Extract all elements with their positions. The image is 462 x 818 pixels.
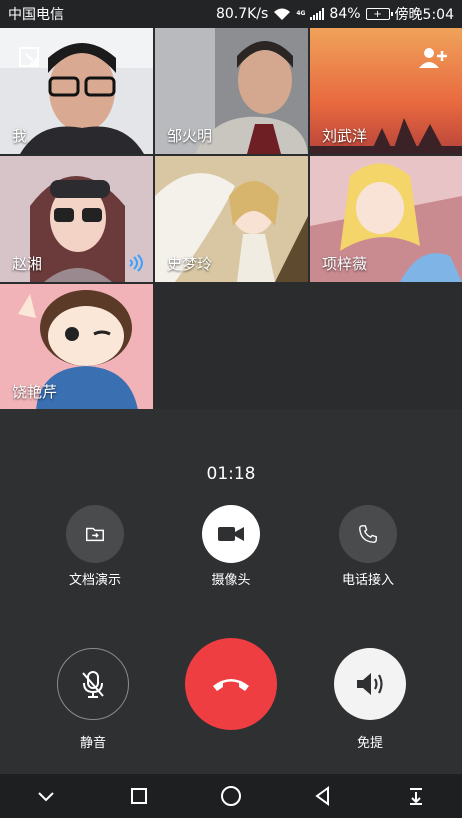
call-control-panel: 01:18 文档演示 摄像头 电话接入 静音 免提 [0, 409, 462, 774]
participant-name: 饶艳芹 [12, 383, 58, 401]
participant-name: 赵湘 [12, 255, 43, 273]
participant-tile[interactable]: 项梓薇 [310, 156, 462, 282]
notification-pull-down-icon[interactable] [401, 781, 431, 811]
back-icon[interactable] [308, 781, 338, 811]
participant-tile[interactable]: 邹火明 [155, 28, 308, 154]
mute-label: 静音 [79, 736, 106, 751]
speaker-icon [357, 673, 383, 695]
participant-name: 刘武洋 [322, 127, 368, 145]
recents-icon[interactable] [124, 781, 154, 811]
home-icon[interactable] [216, 781, 246, 811]
share-document-label: 文档演示 [68, 573, 121, 588]
participant-tile[interactable]: 饶艳芹 [0, 284, 153, 410]
screen-share-icon[interactable] [18, 46, 42, 70]
status-bar: 中国电信 80.7K/s 4G 84% + 傍晚5:04 [0, 0, 462, 28]
status-right: 80.7K/s 4G 84% + 傍晚5:04 [216, 4, 454, 24]
microphone-off-icon [82, 671, 104, 698]
add-participant-icon[interactable] [418, 46, 448, 70]
share-document-button[interactable] [66, 505, 124, 563]
network-speed: 80.7K/s [215, 6, 269, 22]
participant-grid: 我 邹火明 刘武洋 赵湘 史梦玲 项梓薇 饶艳芹 [0, 28, 462, 410]
navigation-bar [0, 774, 462, 818]
battery-icon: + [365, 8, 393, 20]
speaking-indicator-icon [127, 254, 145, 272]
camera-button[interactable] [202, 505, 260, 563]
hang-up-icon [213, 679, 249, 691]
video-camera-icon [218, 527, 244, 541]
carrier-name: 中国电信 [8, 7, 64, 23]
speakerphone-button[interactable] [334, 648, 406, 720]
participant-name: 邹火明 [167, 127, 213, 145]
mute-button[interactable] [57, 648, 129, 720]
network-type-icon: 4G [296, 10, 306, 17]
camera-label: 摄像头 [211, 573, 251, 588]
participant-name: 项梓薇 [322, 255, 368, 273]
phone-icon [359, 525, 377, 543]
clock: 傍晚5:04 [394, 7, 454, 23]
participant-tile[interactable]: 刘武洋 [310, 28, 462, 154]
participant-name: 史梦玲 [167, 255, 213, 273]
chevron-down-icon[interactable] [31, 781, 61, 811]
call-timer: 01:18 [206, 464, 256, 484]
participant-tile-me[interactable]: 我 [0, 28, 153, 154]
wifi-icon [274, 8, 291, 20]
participant-tile[interactable]: 赵湘 [0, 156, 153, 282]
signal-icon [310, 8, 325, 20]
phone-dial-in-label: 电话接入 [341, 573, 394, 588]
participant-tile[interactable]: 史梦玲 [155, 156, 308, 282]
folder-share-icon [86, 527, 104, 542]
hang-up-button[interactable] [185, 638, 277, 730]
speakerphone-label: 免提 [356, 736, 383, 751]
participant-name: 我 [12, 127, 28, 145]
battery-percent: 84% [329, 6, 361, 22]
phone-dial-in-button[interactable] [339, 505, 397, 563]
